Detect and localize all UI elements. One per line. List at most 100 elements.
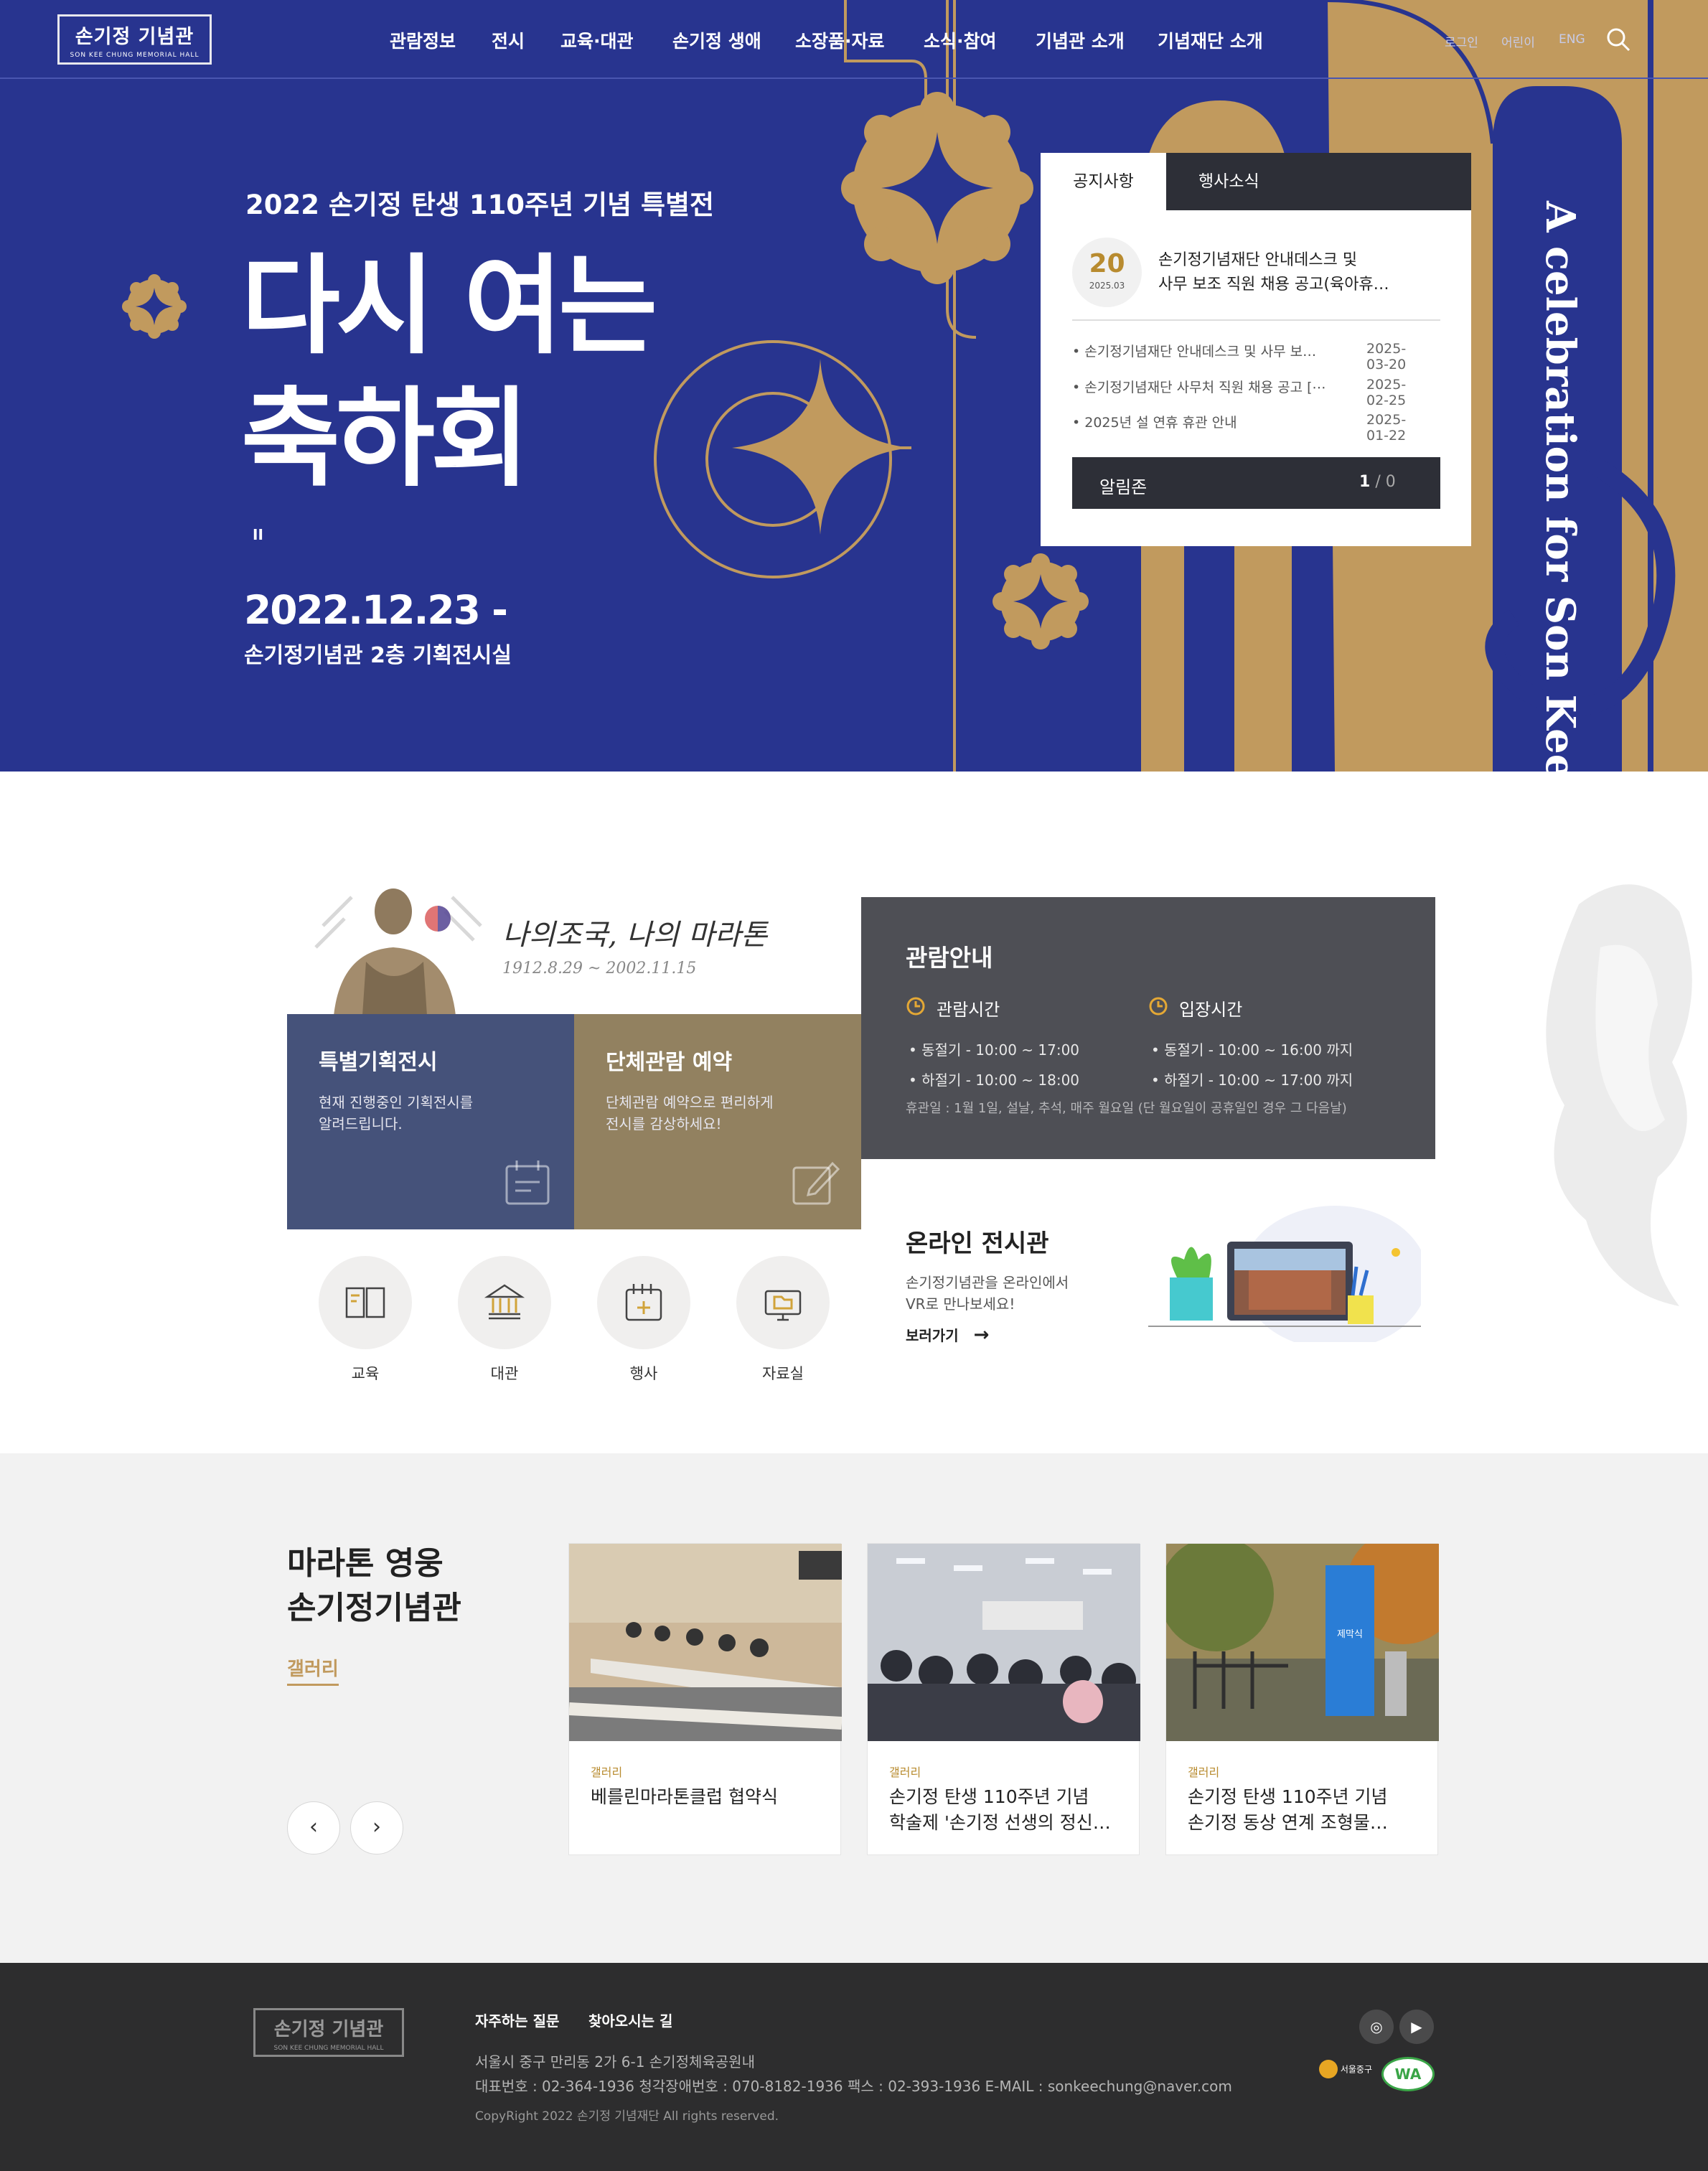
hours-item: • 하절기 - 10:00 ~ 18:00 <box>909 1072 1080 1089</box>
gallery-prev-button[interactable]: ‹ <box>287 1801 340 1855</box>
gallery-photo <box>569 1544 842 1741</box>
quick-label: 교육 <box>351 1365 380 1382</box>
online-title: 온라인 전시관 <box>906 1229 1049 1258</box>
hero-title: 다시 여는 축하회 <box>241 240 657 506</box>
site-logo[interactable]: 손기정 기념관 SON KEE CHUNG MEMORIAL HALL <box>57 14 212 65</box>
gallery-card[interactable]: 갤러리 베를린마라톤클럽 협약식 <box>568 1543 842 1855</box>
featured-notice-link[interactable]: 손기정기념재단 안내데스크 및 사무 보조 직원 채용 공고(육아휴… <box>1158 248 1389 297</box>
online-desc: 손기정기념관을 온라인에서 VR로 만나보세요! <box>906 1274 1069 1313</box>
featured-title-line2: 사무 보조 직원 채용 공고(육아휴… <box>1158 276 1389 294</box>
lifespan-text: 1912.8.29 ~ 2002.11.15 <box>502 960 697 977</box>
nav-item-exhibition[interactable]: 전시 <box>492 27 525 53</box>
hero-date: 2022.12.23 - <box>244 587 508 633</box>
quick-education-button[interactable] <box>319 1256 412 1349</box>
login-link[interactable]: 로그인 <box>1445 32 1478 50</box>
special-exhibition-card[interactable]: 특별기획전시 현재 진행중인 기획전시를 알려드립니다. <box>287 1014 574 1229</box>
faq-link[interactable]: 자주하는 질문 <box>475 2010 559 2030</box>
entry-item: • 하절기 - 10:00 ~ 17:00 까지 <box>1151 1072 1353 1089</box>
directions-link[interactable]: 찾아오시는 길 <box>588 2010 672 2030</box>
hero-title-line2: 축하회 <box>241 377 530 502</box>
footer-logo[interactable]: 손기정 기념관 SON KEE CHUNG MEMORIAL HALL <box>253 2008 404 2057</box>
gallery-card[interactable]: 갤러리 손기정 탄생 110주년 기념 학술제 '손기정 선생의 정신… <box>867 1543 1140 1855</box>
menu-icon[interactable] <box>1656 30 1678 49</box>
featured-day: 20 <box>1089 249 1125 278</box>
entry-item: • 동절기 - 10:00 ~ 16:00 까지 <box>1151 1041 1353 1059</box>
footer-logo-sub: SON KEE CHUNG MEMORIAL HALL <box>273 2045 384 2052</box>
calendar-plus-icon <box>625 1284 662 1321</box>
gallery-category: 갤러리 <box>889 1766 921 1779</box>
notice-item[interactable]: • 2025년 설 연휴 휴관 안내 2025-01-22 <box>1072 412 1406 444</box>
clock-icon <box>906 997 925 1016</box>
visit-title: 관람안내 <box>906 944 993 972</box>
logo-subtext: SON KEE CHUNG MEMORIAL HALL <box>70 52 200 59</box>
logo-text: 손기정 기념관 <box>75 26 194 48</box>
alarm-pager: 1 / 0 <box>1359 473 1396 491</box>
quick-rental-button[interactable] <box>458 1256 551 1349</box>
hero-place: 손기정기념관 2층 기획전시실 <box>244 643 512 668</box>
featured-date-badge: 20 2025.03 <box>1072 238 1142 307</box>
gallery-label[interactable]: 갤러리 <box>287 1654 339 1686</box>
gallery-photo: 제막식 <box>1166 1544 1439 1741</box>
slider-pause-button[interactable]: II <box>253 526 263 543</box>
eng-link[interactable]: ENG <box>1559 32 1585 47</box>
quick-label: 대관 <box>490 1365 519 1382</box>
gallery-photo <box>868 1544 1140 1741</box>
featured-month: 2025.03 <box>1089 281 1125 291</box>
instagram-icon[interactable]: ◎ <box>1359 2010 1394 2044</box>
nav-item-life[interactable]: 손기정 생애 <box>672 27 761 53</box>
tab-events[interactable]: 행사소식 <box>1166 153 1471 210</box>
hero-subtitle: 2022 손기정 탄생 110주년 기념 특별전 <box>245 189 715 220</box>
card-desc: 단체관람 예약으로 편리하게 전시를 감상하세요! <box>606 1094 774 1133</box>
featured-title-line1: 손기정기념재단 안내데스크 및 <box>1158 251 1358 269</box>
divider <box>1072 319 1440 321</box>
nav-item-news[interactable]: 소식·참여 <box>924 27 997 53</box>
nav-item-hall-intro[interactable]: 기념관 소개 <box>1036 27 1125 53</box>
calendar-icon <box>505 1160 550 1205</box>
quick-archive-button[interactable] <box>736 1256 830 1349</box>
card-title: 단체관람 예약 <box>606 1050 733 1075</box>
search-icon[interactable] <box>1606 27 1630 52</box>
gallery-category: 갤러리 <box>591 1766 623 1779</box>
edit-icon <box>792 1161 840 1205</box>
youtube-icon[interactable]: ▶ <box>1399 2010 1434 2044</box>
notice-panel: 공지사항 행사소식 20 2025.03 손기정기념재단 안내데스크 및 사무 … <box>1041 153 1471 546</box>
gallery-section <box>0 1453 1708 1963</box>
hero-vertical-text: A celebration for Son Kee Chung <box>1536 201 1584 772</box>
online-go-link[interactable]: 보러가기 → <box>906 1324 989 1346</box>
quick-label: 행사 <box>629 1365 658 1382</box>
gallery-heading: 마라톤 영웅 손기정기념관 <box>287 1545 461 1626</box>
notice-item[interactable]: • 손기정기념재단 사무처 직원 채용 공고 [⋯ 2025-02-25 <box>1072 377 1406 408</box>
hero-section: 손기정 기념관 SON KEE CHUNG MEMORIAL HALL 관람정보… <box>0 0 1708 772</box>
nav-item-collection[interactable]: 소장품·자료 <box>795 27 885 53</box>
gallery-card[interactable]: 제막식 갤러리 손기정 탄생 110주년 기념 손기정 동상 연계 조형물… <box>1165 1543 1439 1855</box>
kids-link[interactable]: 어린이 <box>1501 32 1535 50</box>
alarm-zone-bar[interactable]: 알림존 1 / 0 <box>1072 457 1440 509</box>
web-accessibility-mark: WA <box>1381 2057 1435 2091</box>
building-icon <box>484 1284 525 1320</box>
gallery-next-button[interactable]: › <box>350 1801 403 1855</box>
entry-title: 입장시간 <box>1179 1000 1243 1020</box>
site-footer <box>0 1963 1708 2171</box>
group-reservation-card[interactable]: 단체관람 예약 단체관람 예약으로 편리하게 전시를 감상하세요! <box>574 1014 861 1229</box>
gallery-title: 베를린마라톤클럽 협약식 <box>591 1786 778 1807</box>
quick-event-button[interactable] <box>597 1256 690 1349</box>
son-kee-chung-statue-image <box>314 888 482 1016</box>
tab-notice[interactable]: 공지사항 <box>1041 153 1166 210</box>
banner-text: 제막식 <box>1337 1629 1363 1640</box>
hero-title-line1: 다시 여는 <box>241 244 657 369</box>
top-navigation: 손기정 기념관 SON KEE CHUNG MEMORIAL HALL 관람정보… <box>0 0 1708 79</box>
slogan-text: 나의조국, 나의 마라톤 <box>502 919 768 952</box>
nav-item-visit-info[interactable]: 관람정보 <box>390 27 456 53</box>
gallery-title: 손기정 탄생 110주년 기념 학술제 '손기정 선생의 정신… <box>889 1786 1111 1833</box>
visit-info-panel: 관람안내 관람시간 • 동절기 - 10:00 ~ 17:00 • 하절기 - … <box>861 897 1435 1159</box>
clock-icon <box>1149 997 1168 1016</box>
notice-item[interactable]: • 손기정기념재단 안내데스크 및 사무 보… 2025-03-20 <box>1072 341 1406 372</box>
decorative-smoke-image <box>1546 884 1692 1306</box>
gallery-category: 갤러리 <box>1188 1766 1220 1779</box>
online-exhibition-illustration <box>1148 1206 1421 1342</box>
alarm-zone-label: 알림존 <box>1099 477 1148 497</box>
hours-title: 관람시간 <box>937 1000 1000 1020</box>
nav-item-education[interactable]: 교육·대관 <box>560 27 634 53</box>
nav-item-foundation[interactable]: 기념재단 소개 <box>1158 27 1263 53</box>
closed-days: 휴관일 : 1월 1일, 설날, 추석, 매주 월요일 (단 월요일이 공휴일인… <box>906 1101 1347 1116</box>
